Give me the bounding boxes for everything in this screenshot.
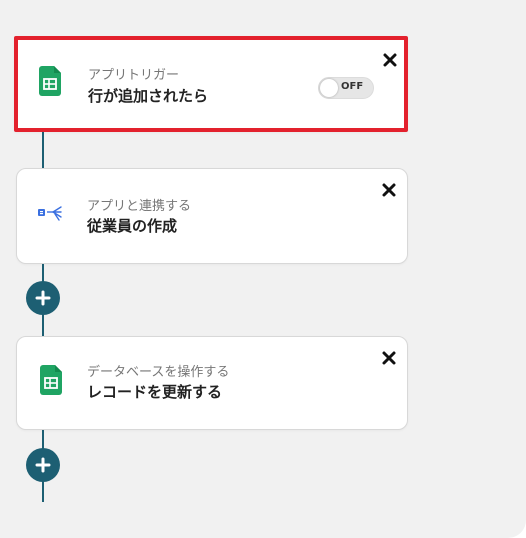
step-subtitle: アプリと連携する bbox=[87, 199, 192, 214]
trigger-step-card[interactable]: アプリトリガー 行が追加されたら OFF bbox=[14, 36, 408, 132]
google-sheets-icon bbox=[40, 365, 62, 395]
close-icon[interactable] bbox=[380, 181, 398, 199]
toggle-knob bbox=[320, 79, 338, 97]
close-icon[interactable] bbox=[380, 349, 398, 367]
plus-icon bbox=[35, 457, 51, 473]
database-step-card[interactable]: データベースを操作する レコードを更新する bbox=[16, 336, 408, 430]
step-title: 行が追加されたら bbox=[88, 87, 209, 105]
flow-connector bbox=[42, 130, 44, 170]
add-step-button[interactable] bbox=[26, 448, 60, 482]
app-connect-step-card[interactable]: アプリと連携する 従業員の作成 bbox=[16, 168, 408, 264]
trigger-toggle[interactable]: OFF bbox=[318, 77, 374, 99]
app-connector-icon bbox=[38, 206, 62, 221]
close-icon[interactable] bbox=[381, 51, 399, 69]
google-sheets-icon bbox=[39, 66, 61, 96]
toggle-label: OFF bbox=[341, 81, 364, 92]
plus-icon bbox=[35, 290, 51, 306]
step-subtitle: アプリトリガー bbox=[88, 68, 180, 83]
step-title: 従業員の作成 bbox=[87, 217, 178, 235]
flow-canvas: アプリトリガー 行が追加されたら OFF アプリと連携する 従業員の作成 データ… bbox=[0, 0, 526, 538]
step-title: レコードを更新する bbox=[87, 383, 223, 401]
step-subtitle: データベースを操作する bbox=[87, 365, 230, 380]
add-step-button[interactable] bbox=[26, 281, 60, 315]
